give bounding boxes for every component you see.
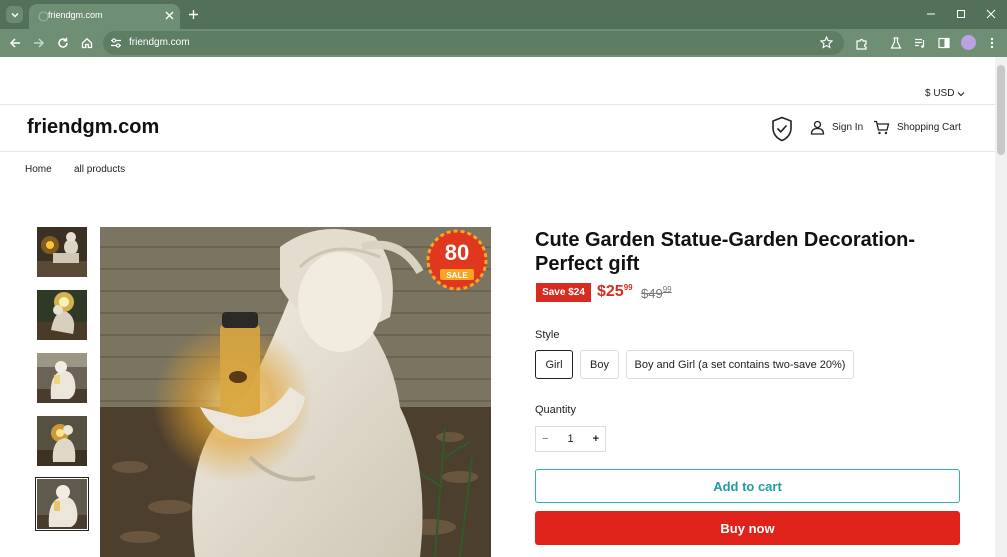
close-window-button[interactable] — [981, 5, 1001, 23]
compare-at-price: $4999 — [641, 285, 672, 301]
shopping-cart-link[interactable]: Shopping Cart — [873, 120, 961, 135]
minimize-button[interactable] — [921, 5, 941, 23]
site-settings-icon[interactable] — [110, 37, 122, 49]
shield-check-icon[interactable] — [771, 116, 793, 142]
quantity-stepper: − 1 + — [535, 426, 606, 452]
product-thumbnail-3[interactable] — [37, 353, 87, 403]
side-panel-icon — [938, 37, 950, 49]
new-tab-button[interactable] — [185, 6, 202, 23]
labs-button[interactable] — [887, 34, 905, 52]
page-viewport: $ USD friendgm.com Sign In Shopping Cart… — [0, 57, 995, 557]
media-button[interactable] — [911, 34, 929, 52]
sign-in-link[interactable]: Sign In — [810, 120, 863, 135]
style-option-boy[interactable]: Boy — [580, 350, 619, 379]
arrow-left-icon — [9, 38, 20, 48]
save-badge: Save $24 — [536, 283, 591, 302]
nav-link-home[interactable]: Home — [25, 164, 52, 175]
chevron-down-icon — [11, 12, 18, 17]
reload-icon — [58, 37, 68, 48]
close-tab-icon[interactable] — [161, 7, 177, 23]
quantity-decrease-button[interactable]: − — [542, 433, 548, 445]
browser-tab[interactable]: friendgm.com — [29, 4, 180, 29]
address-bar[interactable]: friendgm.com — [103, 31, 844, 55]
site-logo[interactable]: friendgm.com — [27, 116, 159, 139]
side-panel-button[interactable] — [935, 34, 953, 52]
scrollbar-thumb[interactable] — [997, 65, 1005, 155]
music-queue-icon — [915, 38, 925, 48]
product-thumbnail-2[interactable] — [37, 290, 87, 340]
reload-button[interactable] — [54, 34, 72, 52]
buy-now-button[interactable]: Buy now — [535, 511, 960, 545]
bookmark-star-icon[interactable] — [820, 36, 833, 49]
product-main-image[interactable]: 80 SALE — [100, 227, 491, 557]
sale-80-badge: 80 SALE — [426, 229, 488, 291]
back-button[interactable] — [6, 34, 24, 52]
quantity-increase-button[interactable]: + — [593, 433, 599, 445]
browser-toolbar: friendgm.com — [0, 29, 1007, 57]
currency-selector[interactable]: $ USD — [925, 88, 965, 99]
maximize-icon — [957, 10, 965, 18]
minimize-icon — [927, 13, 935, 15]
product-title: Cute Garden Statue-Garden Decoration-Per… — [535, 229, 916, 275]
quantity-value[interactable]: 1 — [567, 433, 573, 445]
browser-menu-button[interactable] — [983, 34, 1001, 52]
extensions-button[interactable] — [852, 34, 870, 52]
product-thumbnail-5[interactable] — [35, 477, 89, 531]
nav-divider — [0, 151, 995, 152]
currency-label: $ USD — [925, 88, 955, 99]
quantity-label: Quantity — [535, 404, 576, 416]
kebab-menu-icon — [990, 37, 994, 49]
maximize-button[interactable] — [951, 5, 971, 23]
puzzle-icon — [855, 38, 867, 50]
cart-icon — [874, 120, 890, 135]
product-thumbnail-4[interactable] — [37, 416, 87, 466]
page-scrollbar[interactable] — [995, 57, 1007, 557]
forward-button[interactable] — [30, 34, 48, 52]
home-icon — [81, 37, 93, 49]
tab-title: friendgm.com — [48, 10, 103, 20]
cart-label: Shopping Cart — [897, 122, 961, 133]
chevron-down-icon — [958, 91, 965, 96]
nav-link-all-products[interactable]: all products — [74, 164, 125, 175]
sign-in-label: Sign In — [832, 122, 864, 133]
plus-icon — [189, 10, 198, 19]
browser-tab-strip: friendgm.com — [0, 0, 1007, 29]
header-divider — [0, 104, 995, 105]
add-to-cart-button[interactable]: Add to cart — [535, 469, 960, 503]
arrow-right-icon — [34, 38, 45, 48]
tab-search-button[interactable] — [6, 6, 23, 23]
sale-price: $2599 — [597, 283, 633, 300]
close-icon — [986, 9, 996, 19]
product-thumbnail-1[interactable] — [37, 227, 87, 277]
style-option-boy-and-girl[interactable]: Boy and Girl (a set contains two-save 20… — [626, 350, 854, 379]
sale-badge-number: 80 — [445, 240, 469, 265]
user-icon — [810, 120, 825, 135]
home-button[interactable] — [78, 34, 96, 52]
style-label: Style — [535, 329, 560, 341]
profile-avatar[interactable] — [961, 35, 976, 50]
sale-badge-text: SALE — [446, 271, 468, 280]
flask-icon — [890, 37, 902, 49]
style-option-girl[interactable]: Girl — [535, 350, 573, 379]
url-text: friendgm.com — [129, 37, 190, 48]
